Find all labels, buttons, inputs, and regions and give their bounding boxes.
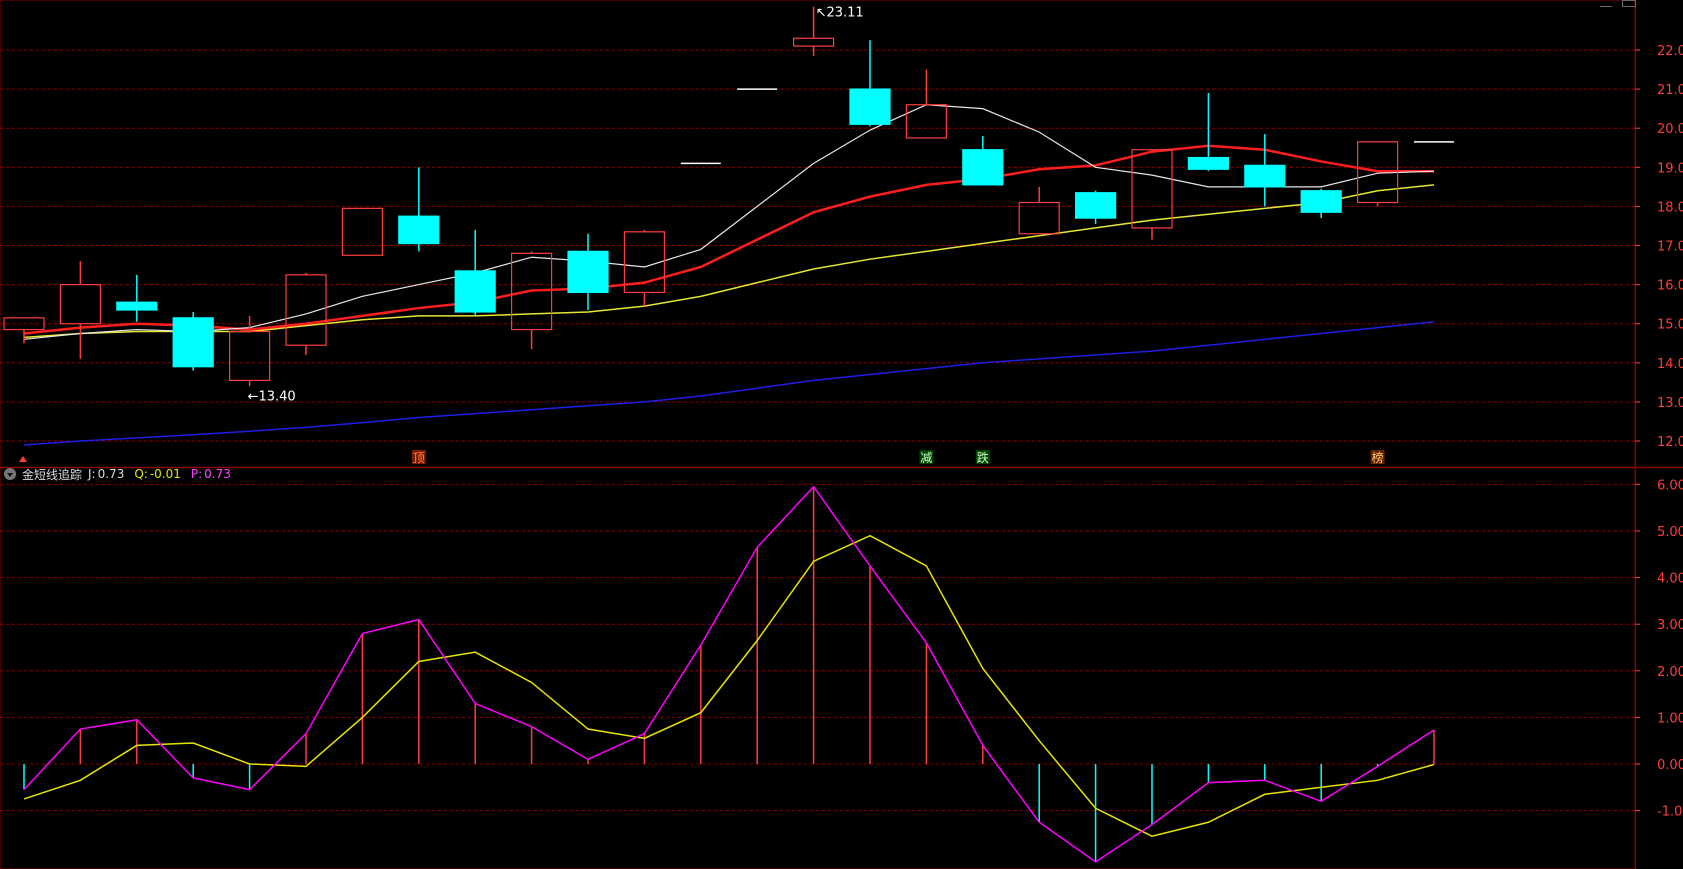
j-line [23, 485, 1435, 863]
candle-down [454, 270, 496, 313]
candle-up [59, 284, 102, 325]
signal-text: 减 [920, 451, 932, 465]
indicator-tick-label: 5.00 [1657, 525, 1683, 540]
candle-down [1300, 190, 1342, 213]
start-marker-icon [19, 456, 27, 462]
j-value: 0.73 [97, 467, 125, 481]
main-tick-label: 19.00 [1657, 161, 1683, 176]
candle-down [1074, 192, 1117, 219]
candle-down [849, 88, 891, 125]
candle-down [567, 250, 609, 294]
main-tick-label: 20.00 [1657, 122, 1683, 137]
signal-text: 顶 [413, 451, 425, 465]
candle-up [1018, 201, 1060, 235]
indicator-tick-label: -1.00 [1657, 805, 1683, 820]
main-tick-label: 17.00 [1657, 240, 1683, 255]
indicator-tick-label: 2.00 [1657, 665, 1683, 680]
indicator-tick-label: 6.00 [1657, 478, 1683, 493]
main-tick-label: 14.00 [1657, 357, 1683, 372]
low-annotation: ←13.40 [248, 389, 296, 404]
candle-up [229, 330, 271, 381]
main-tick-label: 18.00 [1657, 200, 1683, 215]
candle-up [1131, 149, 1173, 229]
indicator-tick-label: 3.00 [1657, 618, 1683, 633]
main-tick-label: 15.00 [1657, 318, 1683, 333]
plot-frame [0, 0, 1636, 869]
candle-up [905, 104, 948, 139]
ma-white-line [23, 104, 1435, 340]
candle-down [398, 215, 440, 245]
minimize-icon[interactable] [1600, 0, 1612, 7]
restore-icon[interactable] [1622, 0, 1636, 7]
main-tick-label: 22.00 [1657, 44, 1683, 59]
main-tick-label: 12.00 [1657, 435, 1683, 450]
q-value: -0.01 [149, 467, 181, 481]
candle-down [1187, 156, 1230, 170]
indicator-name: 金短线追踪 [22, 467, 83, 482]
stock-chart[interactable]: 12.00 13.00 14.00 15.00 16.00 17.00 18.00 19.00… [0, 0, 1683, 869]
signal-text: 跌 [977, 450, 989, 465]
ma-blue-line [23, 320, 1435, 446]
signal-text: 榜 [1372, 450, 1384, 465]
candle-down [962, 149, 1004, 186]
candle-down [116, 301, 158, 311]
p-label: P: [190, 467, 203, 481]
indicator-tick-label: 1.00 [1657, 711, 1683, 726]
indicator-tick-label: 4.00 [1657, 572, 1683, 587]
candle-up [792, 37, 835, 47]
indicator-tick-label: 0.00 [1657, 758, 1683, 773]
candle-down [1244, 164, 1286, 188]
candle-up [341, 207, 383, 256]
high-annotation: ↖23.11 [816, 6, 864, 21]
j-label: J: [88, 467, 96, 481]
main-tick-label: 16.00 [1657, 279, 1683, 294]
p-value: 0.73 [204, 467, 231, 481]
q-line [23, 534, 1435, 838]
ma-yellow-line [23, 184, 1435, 339]
candle-down [172, 317, 214, 368]
indicator-legend: 金短线追踪 J: 0.73 Q: -0.01 P: 0.73 [4, 466, 231, 482]
main-tick-label: 21.00 [1657, 83, 1683, 98]
collapse-toggle-icon[interactable] [4, 468, 16, 480]
ma-red-line [23, 144, 1434, 335]
q-label: Q: [134, 467, 148, 481]
main-tick-label: 13.00 [1657, 396, 1683, 411]
